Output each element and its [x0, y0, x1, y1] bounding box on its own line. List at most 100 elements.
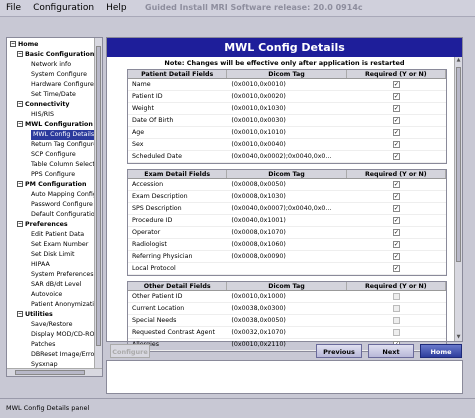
- required-checkbox[interactable]: [392, 292, 400, 300]
- table-row: Scheduled Date (0x0040,0x0002);0x0040,0x0…: [128, 151, 446, 163]
- tree-item-auto-mapping-configure[interactable]: Auto Mapping Configure: [31, 190, 95, 200]
- field-name: Exam Description: [132, 193, 188, 200]
- main-vertical-scroll-thumb[interactable]: [456, 67, 461, 262]
- tree-item-label: Hardware Configure: [31, 81, 94, 88]
- field-name: Sex: [132, 141, 144, 148]
- tree-item-system-preferences[interactable]: System Preferences: [31, 270, 94, 280]
- required-cell: ✓: [347, 151, 446, 162]
- required-checkbox[interactable]: ✓: [392, 240, 400, 248]
- tree-item-set-time-date[interactable]: Set Time/Date: [31, 90, 76, 100]
- collapse-icon[interactable]: −: [17, 101, 23, 107]
- tree-item-return-tag-configure[interactable]: Return Tag Configure: [31, 140, 95, 150]
- field-name: Operator: [132, 229, 161, 236]
- required-checkbox[interactable]: [392, 304, 400, 312]
- menu-bar: File Configuration Help Guided Install M…: [0, 0, 475, 17]
- tree-item-patient-anonymization[interactable]: Patient Anonymization: [31, 300, 95, 310]
- tree-item-connectivity[interactable]: − Connectivity: [17, 100, 69, 110]
- tree-item-preferences[interactable]: − Preferences: [17, 220, 68, 230]
- tree-item-table-column-selection[interactable]: Table Column Selection: [31, 160, 95, 170]
- tree-item-save-restore[interactable]: Save/Restore: [31, 320, 72, 330]
- field-name: Age: [132, 129, 145, 136]
- message-area: [106, 360, 463, 394]
- dicom-tag: (0x0008,0x1070): [231, 229, 286, 236]
- tree-item-edit-patient-data[interactable]: Edit Patient Data: [31, 230, 84, 240]
- tree-item-patches[interactable]: Patches: [31, 340, 55, 350]
- tree-item-autovoice[interactable]: Autovoice: [31, 290, 62, 300]
- configure-button[interactable]: Configure: [110, 344, 150, 358]
- collapse-icon[interactable]: −: [17, 51, 23, 57]
- required-checkbox[interactable]: ✓: [392, 252, 400, 260]
- required-checkbox[interactable]: [392, 316, 400, 324]
- required-checkbox[interactable]: ✓: [392, 228, 400, 236]
- required-checkbox[interactable]: ✓: [392, 180, 400, 188]
- tree-item-sar-db-dt-level[interactable]: SAR dB/dt Level: [31, 280, 81, 290]
- next-button[interactable]: Next: [368, 344, 414, 358]
- scroll-up-icon[interactable]: ▲: [455, 57, 462, 64]
- home-button[interactable]: Home: [420, 344, 462, 358]
- table-row: Age (0x0010,0x1010) ✓: [128, 127, 446, 139]
- menu-help[interactable]: Help: [106, 3, 127, 13]
- tree-item-pm-configuration[interactable]: − PM Configuration: [17, 180, 87, 190]
- dicom-tag: (0x0038,0x0050): [231, 317, 286, 324]
- scroll-down-icon[interactable]: ▼: [455, 334, 462, 341]
- tree-item-system-configure[interactable]: System Configure: [31, 70, 87, 80]
- tree-item-set-disk-limit[interactable]: Set Disk Limit: [31, 250, 74, 260]
- tree-item-password-configure[interactable]: Password Configure: [31, 200, 93, 210]
- tree-item-label: Patient Anonymization: [31, 301, 95, 308]
- required-checkbox[interactable]: ✓: [392, 204, 400, 212]
- required-checkbox[interactable]: ✓: [392, 264, 400, 272]
- tree-horizontal-scrollbar[interactable]: [7, 368, 102, 376]
- required-checkbox[interactable]: ✓: [392, 152, 400, 160]
- previous-button[interactable]: Previous: [316, 344, 362, 358]
- tree-item-basic-configuration[interactable]: − Basic Configuration: [17, 50, 94, 60]
- required-checkbox[interactable]: ✓: [392, 140, 400, 148]
- dicom-tag: (0x0032,0x1070): [231, 329, 286, 336]
- required-checkbox[interactable]: ✓: [392, 216, 400, 224]
- tree-item-dbreset-image-error[interactable]: DBReset Image/Error: [31, 350, 95, 360]
- table-row: Referring Physician (0x0008,0x0090) ✓: [128, 251, 446, 263]
- tree-item-label: Default Configuration: [31, 211, 95, 218]
- required-cell: [347, 291, 446, 302]
- field-name: Requested Contrast Agent: [132, 329, 215, 336]
- tree-item-mwl-configuration[interactable]: − MWL Configuration: [17, 120, 93, 130]
- detail-table: Other Detail Fields Dicom Tag Required (Y …: [127, 281, 447, 352]
- required-checkbox[interactable]: ✓: [392, 104, 400, 112]
- tree-horizontal-scroll-thumb[interactable]: [15, 370, 85, 375]
- tree-vertical-scroll-thumb[interactable]: [96, 46, 101, 346]
- tree-item-home[interactable]: − Home: [10, 40, 38, 50]
- tree-vertical-scrollbar[interactable]: [94, 38, 102, 370]
- menu-configuration[interactable]: Configuration: [33, 3, 94, 13]
- tree-item-scp-configure[interactable]: SCP Configure: [31, 150, 76, 160]
- tree-item-pps-configure[interactable]: PPS Configure: [31, 170, 75, 180]
- dicom-tag: (0x0010,0x0040): [231, 141, 286, 148]
- tree-item-display-mod-cd-rom[interactable]: Display MOD/CD-ROM: [31, 330, 95, 340]
- table-row: Weight (0x0010,0x1030) ✓: [128, 103, 446, 115]
- table-row: Radiologist (0x0008,0x1060) ✓: [128, 239, 446, 251]
- collapse-icon[interactable]: −: [17, 121, 23, 127]
- tree-item-his-ris[interactable]: HIS/RIS: [31, 110, 54, 120]
- field-name: Name: [132, 81, 151, 88]
- main-vertical-scrollbar[interactable]: ▲ ▼: [454, 57, 462, 341]
- required-checkbox[interactable]: ✓: [392, 128, 400, 136]
- required-checkbox[interactable]: ✓: [392, 92, 400, 100]
- tree-item-set-exam-number[interactable]: Set Exam Number: [31, 240, 88, 250]
- required-checkbox[interactable]: ✓: [392, 116, 400, 124]
- tree-item-network-info[interactable]: Network info: [31, 60, 71, 70]
- tree-item-hipaa[interactable]: HIPAA: [31, 260, 50, 270]
- tree-item-sysxnap[interactable]: Sysxnap: [31, 360, 58, 368]
- tree-item-mwl-config-details[interactable]: MWL Config Details: [31, 130, 95, 140]
- tree-item-default-configuration[interactable]: Default Configuration: [31, 210, 95, 220]
- tree-item-label: HIS/RIS: [31, 111, 54, 118]
- collapse-icon[interactable]: −: [17, 181, 23, 187]
- tree-item-utilities[interactable]: − Utilities: [17, 310, 53, 320]
- required-checkbox[interactable]: ✓: [392, 80, 400, 88]
- required-checkbox[interactable]: [392, 328, 400, 336]
- collapse-icon[interactable]: −: [17, 311, 23, 317]
- menu-file[interactable]: File: [6, 3, 21, 13]
- required-cell: [347, 303, 446, 314]
- column-header: Exam Detail Fields: [128, 170, 228, 178]
- collapse-icon[interactable]: −: [17, 221, 23, 227]
- tree-item-hardware-configure[interactable]: Hardware Configure: [31, 80, 94, 90]
- required-checkbox[interactable]: ✓: [392, 192, 400, 200]
- collapse-icon[interactable]: −: [10, 41, 16, 47]
